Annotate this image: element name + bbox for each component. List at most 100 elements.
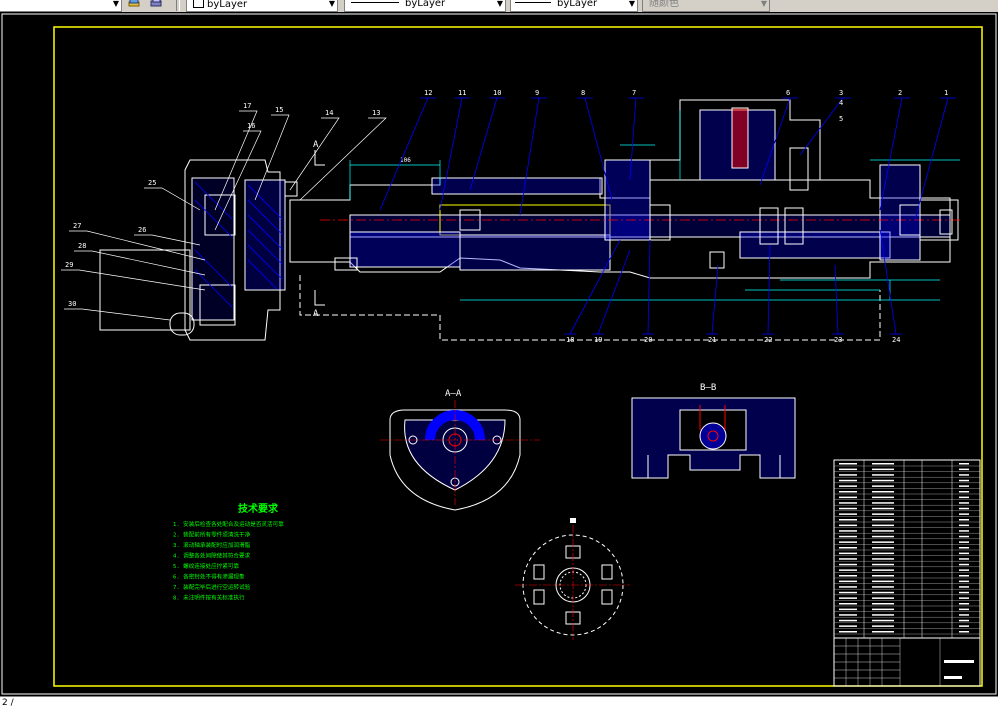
layers-icon[interactable] [128, 0, 140, 9]
plotstyle-label: 随颜色 [649, 0, 679, 9]
bom-cell-text [839, 631, 857, 633]
bom-cell-text [872, 474, 894, 476]
tech-note-line: 1. 安装后检查各处配合及运动是否灵活可靠 [173, 520, 284, 528]
bom-cell-text [839, 586, 857, 588]
balloon-label-bottom: 18 [566, 336, 574, 344]
title-text [944, 660, 974, 663]
balloon-label-top: 8 [581, 89, 585, 97]
chevron-down-icon: ▼ [328, 0, 335, 8]
lineweight-label: byLayer [557, 0, 598, 9]
balloon-label-left: 27 [73, 222, 81, 230]
bom-cell-text [959, 603, 969, 605]
balloon-label-left: 13 [372, 109, 380, 117]
bom-cell-text [839, 496, 857, 499]
leader-line [642, 239, 654, 335]
bom-cell-text [839, 603, 857, 605]
bom-cell-text [959, 631, 969, 633]
bom-cell-text [872, 479, 894, 482]
bom-cell-text [839, 563, 857, 566]
bom-cell-text [872, 591, 894, 594]
bom-cell-text [839, 491, 857, 493]
bom-cell-text [839, 619, 857, 622]
tech-notes: 1. 安装后检查各处配合及运动是否灵活可靠 2. 装配前所有零件须清洗干净 3. 滚… [173, 520, 284, 602]
plotstyle-dropdown[interactable]: 随颜色 ▼ [642, 0, 770, 12]
lineweight-preview [515, 2, 551, 3]
chevron-down-icon: ▼ [112, 0, 119, 8]
bom-cell-text [959, 530, 969, 532]
balloon-label-bottom: 19 [594, 336, 602, 344]
bom-cell-text [872, 614, 894, 616]
balloon-label-top: 10 [493, 89, 501, 97]
balloon-label-left: 14 [325, 109, 333, 117]
balloon-label-left: 15 [275, 106, 283, 114]
balloon-label-left: 25 [148, 179, 156, 187]
bom-cell-text [872, 530, 894, 532]
leader-line [519, 97, 547, 216]
bom-cell-text [839, 474, 857, 476]
bom-cell-text [839, 502, 857, 504]
bom-cell-text [839, 625, 857, 627]
bom-table [833, 459, 981, 687]
bom-cell-text [839, 530, 857, 532]
bom-cell-text [839, 541, 857, 543]
color-dropdown[interactable]: byLayer ▼ [186, 0, 338, 12]
bom-cell-text [959, 591, 969, 594]
chevron-down-icon: ▼ [496, 0, 503, 8]
tech-note-line: 4. 调整各处间隙使其符合要求 [173, 552, 251, 560]
layer-states-icon[interactable] [150, 0, 162, 9]
bom-cell-text [872, 547, 894, 549]
balloon-label-top: 11 [458, 89, 466, 97]
linetype-preview [351, 2, 399, 3]
bom-cell-text [959, 463, 969, 465]
bom-cell-text [959, 507, 969, 510]
tech-note-line: 5. 螺纹连接处应拧紧可靠 [173, 562, 239, 570]
bom-cell-text [872, 524, 894, 527]
bom-cell-text [872, 535, 894, 538]
balloon-label-left: 30 [68, 300, 76, 308]
balloon-label-top: 5 [839, 115, 843, 123]
section-b-label: B—B [700, 383, 716, 393]
drawing-svg[interactable]: A A 106 12 11 10 9 8 7 6 3452 1171615 14 132526272… [0, 12, 998, 696]
bom-cell-text [959, 580, 969, 583]
color-swatch [193, 0, 204, 8]
bom-cell-text [872, 608, 894, 611]
drawing-number [944, 676, 962, 679]
bom-cell-text [872, 580, 894, 583]
lineweight-dropdown[interactable]: byLayer ▼ [510, 0, 638, 12]
command-line[interactable]: 2 / [0, 696, 998, 709]
balloon-label-top: 9 [535, 89, 539, 97]
leader-line [64, 308, 171, 321]
bom-cell-text [872, 558, 894, 560]
tech-note-line: 8. 未注明件按有关标准执行 [173, 594, 245, 602]
bom-cell-text [872, 463, 894, 465]
bom-cell-text [839, 614, 857, 616]
linetype-dropdown[interactable]: byLayer ▼ [344, 0, 506, 12]
tech-note-line: 6. 各密封处不得有渗漏现象 [173, 573, 245, 581]
chevron-down-icon: ▼ [760, 0, 767, 8]
drawing-canvas[interactable]: A A 106 12 11 10 9 8 7 6 3 4 5 2 1 17 16 15 14 13 25 26 27 2… [0, 12, 998, 696]
bom-cell-text [872, 485, 894, 487]
balloon-label-bottom: 21 [708, 336, 716, 344]
bom-cell-text [839, 479, 857, 482]
tech-note-line: 2. 装配前所有零件须清洗干净 [173, 531, 251, 539]
bom-cell-text [872, 575, 894, 577]
balloon-label-left: 16 [247, 122, 255, 130]
bom-cell-text [959, 491, 969, 493]
bom-cell-text [872, 563, 894, 566]
balloon-label-top: 3 [839, 89, 843, 97]
leader-line [832, 264, 844, 335]
leader-line [61, 269, 206, 291]
main-assembly-view [99, 99, 960, 341]
leader-line [706, 264, 719, 335]
bom-cell-text [872, 507, 894, 510]
bom-cell-text [872, 519, 894, 521]
bom-cell-text [959, 619, 969, 622]
bom-cell-text [839, 535, 857, 538]
bom-cell-text [959, 586, 969, 588]
bom-cell-text [959, 614, 969, 616]
bom-cell-text [959, 535, 969, 538]
layer-dropdown[interactable]: ▼ [0, 0, 122, 12]
bom-cell-text [872, 502, 894, 504]
bom-cell-text [839, 591, 857, 594]
balloon-label-top: 2 [898, 89, 902, 97]
